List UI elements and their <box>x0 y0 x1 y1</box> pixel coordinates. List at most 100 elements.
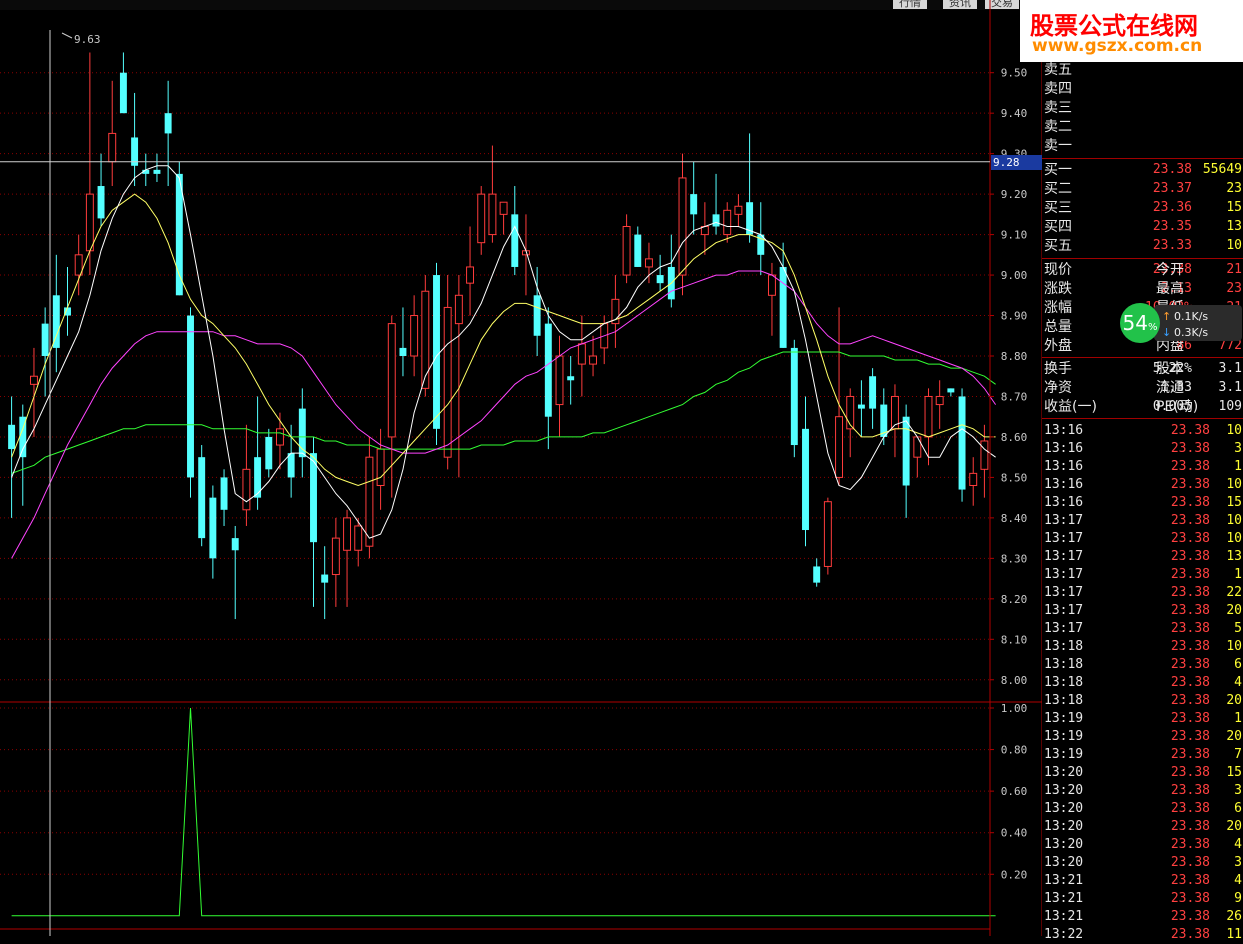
kline-chart[interactable]: 9.509.409.309.209.109.008.908.808.708.60… <box>0 0 1043 936</box>
tick-price: 23.38 <box>1170 675 1210 690</box>
tick-row: 13:20 23.38 3 <box>1042 854 1243 872</box>
tick-row: 13:16 23.38 3 <box>1042 440 1243 458</box>
candle-body-down <box>690 194 698 215</box>
tick-time: 13:18 <box>1044 639 1084 654</box>
tick-time: 13:20 <box>1044 855 1084 870</box>
candle-body-down <box>119 72 127 114</box>
candle-body-up <box>343 517 352 551</box>
candle-body-down <box>8 424 16 450</box>
y-tick-label: 8.10 <box>1001 633 1028 646</box>
tick-volume: 5 <box>1234 621 1242 636</box>
stat-value-2: 3.1 <box>1218 380 1242 395</box>
tick-price: 23.38 <box>1170 801 1210 816</box>
tick-price: 23.38 <box>1170 927 1210 942</box>
candle-body-down <box>52 295 60 348</box>
sub-y-tick-label: 0.80 <box>1001 744 1028 757</box>
tick-row: 13:20 23.38 4 <box>1042 836 1243 854</box>
tick-price: 23.38 <box>1170 765 1210 780</box>
tick-price: 23.38 <box>1170 729 1210 744</box>
tick-volume: 10 <box>1226 423 1242 438</box>
tick-price: 23.38 <box>1170 585 1210 600</box>
tick-volume: 15 <box>1226 495 1242 510</box>
sell-level-row: 卖二 <box>1042 118 1243 136</box>
sell-level-row: 卖五 <box>1042 61 1243 79</box>
buy-level-row: 买四 23.35 13 <box>1042 218 1243 236</box>
stat-row: 涨跌 2.13 最高 23 <box>1042 280 1243 298</box>
stat-label-2: 今开 <box>1156 262 1184 278</box>
network-speed-badge[interactable]: ↑ 0.1K/s ↓ 0.3K/s 54% <box>1120 303 1242 343</box>
y-tick-label: 8.80 <box>1001 350 1028 363</box>
tick-price: 23.38 <box>1170 711 1210 726</box>
tick-volume: 13 <box>1226 549 1242 564</box>
tick-time: 13:17 <box>1044 585 1084 600</box>
buy-level-row: 买二 23.37 23 <box>1042 180 1243 198</box>
buy-level-volume: 10 <box>1226 238 1242 253</box>
tick-volume: 20 <box>1226 819 1242 834</box>
buy-level-row: 买三 23.36 15 <box>1042 199 1243 217</box>
tick-time: 13:21 <box>1044 873 1084 888</box>
candle-body-up <box>29 375 38 385</box>
stat-label-2: 股本 <box>1156 361 1184 377</box>
candle-body-down <box>41 323 49 356</box>
y-tick-label: 8.90 <box>1001 310 1028 323</box>
candle-body-up <box>935 395 944 406</box>
tick-volume: 15 <box>1226 765 1242 780</box>
stat-row: 收益(一) 0.005 PE(动) 109 <box>1042 398 1243 416</box>
tick-volume: 22 <box>1226 585 1242 600</box>
tick-volume: 1 <box>1234 459 1242 474</box>
tick-time: 13:17 <box>1044 621 1084 636</box>
buy-level-label: 买一 <box>1044 162 1072 178</box>
buy-level-label: 买二 <box>1044 181 1072 197</box>
buy-level-volume: 15 <box>1226 200 1242 215</box>
tick-volume: 1 <box>1234 711 1242 726</box>
candle-body-down <box>198 457 206 539</box>
cpu-percent-unit: % <box>1147 322 1158 333</box>
candle-body-down <box>298 408 306 458</box>
tick-time: 13:16 <box>1044 441 1084 456</box>
tick-row: 13:17 23.38 20 <box>1042 602 1243 620</box>
candle-body-down <box>153 169 161 174</box>
tick-row: 13:18 23.38 10 <box>1042 638 1243 656</box>
stat-value-2: 23 <box>1226 281 1242 296</box>
tick-volume: 10 <box>1226 477 1242 492</box>
tick-row: 13:21 23.38 4 <box>1042 872 1243 890</box>
tick-row: 13:16 23.38 15 <box>1042 494 1243 512</box>
y-tick-label: 8.00 <box>1001 674 1028 687</box>
download-speed: 0.3K/s <box>1174 326 1209 339</box>
stat-label: 换手 <box>1044 361 1072 377</box>
tick-time: 13:20 <box>1044 837 1084 852</box>
candle-body-up <box>980 440 989 470</box>
speed-panel: ↑ 0.1K/s ↓ 0.3K/s <box>1154 305 1242 341</box>
candle-body-down <box>97 186 105 219</box>
candle-body-down <box>634 234 642 267</box>
y-tick-label: 8.20 <box>1001 593 1028 606</box>
stat-label-2: 流通 <box>1156 380 1184 396</box>
tick-price: 23.38 <box>1170 603 1210 618</box>
tick-volume: 20 <box>1226 693 1242 708</box>
tick-time: 13:18 <box>1044 693 1084 708</box>
tick-row: 13:16 23.38 1 <box>1042 458 1243 476</box>
buy-level-price: 23.37 <box>1152 181 1192 196</box>
candle-body-down <box>533 295 541 336</box>
candle-body-down <box>869 376 877 409</box>
tick-price: 23.38 <box>1170 837 1210 852</box>
tick-row: 13:19 23.38 20 <box>1042 728 1243 746</box>
candle-body-down <box>164 113 172 134</box>
candlesticks <box>8 52 989 620</box>
stat-label: 总量 <box>1044 319 1072 335</box>
tick-time: 13:18 <box>1044 657 1084 672</box>
candle-body-down <box>902 416 910 486</box>
tick-volume: 3 <box>1234 855 1242 870</box>
tick-price: 23.38 <box>1170 441 1210 456</box>
tick-row: 13:17 23.38 22 <box>1042 584 1243 602</box>
candle-body-up <box>242 468 251 511</box>
candle-body-down <box>511 214 519 267</box>
tick-price: 23.38 <box>1170 855 1210 870</box>
tick-price: 23.38 <box>1170 783 1210 798</box>
candle-body-up <box>723 209 732 236</box>
tick-time: 13:17 <box>1044 531 1084 546</box>
tick-volume: 10 <box>1226 639 1242 654</box>
y-tick-label: 8.30 <box>1001 552 1028 565</box>
tick-row: 13:19 23.38 7 <box>1042 746 1243 764</box>
tick-row: 13:18 23.38 20 <box>1042 692 1243 710</box>
